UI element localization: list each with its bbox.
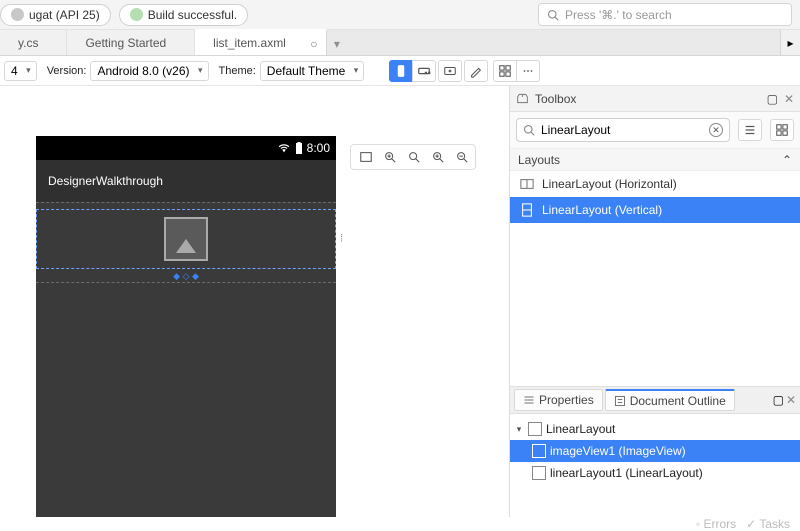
- image-node-icon: [532, 444, 546, 458]
- status-dot-green-icon: [130, 8, 143, 21]
- tab-properties[interactable]: Properties: [514, 389, 603, 411]
- footer-status-bar: ◦ Errors ✓ Tasks: [0, 517, 800, 531]
- tab-document-outline[interactable]: Document Outline: [605, 389, 735, 411]
- preview-selected-imageview[interactable]: ⁞: [36, 209, 336, 269]
- toolbox-item-linearlayout-horizontal[interactable]: LinearLayout (Horizontal): [510, 171, 800, 197]
- version-combo[interactable]: Android 8.0 (v26): [90, 61, 208, 81]
- version-value: Android 8.0 (v26): [97, 64, 189, 78]
- tree-root-label: LinearLayout: [546, 422, 615, 436]
- global-search-placeholder: Press '⌘.' to search: [565, 8, 672, 22]
- search-icon: [547, 9, 559, 21]
- layout-horizontal-icon: [520, 177, 534, 191]
- global-search-input[interactable]: Press '⌘.' to search: [538, 3, 792, 26]
- svg-text:…: …: [424, 64, 431, 76]
- theme-combo[interactable]: Default Theme: [260, 61, 365, 81]
- tab-overflow-button[interactable]: ▸: [780, 30, 800, 55]
- editor-tabs: y.cs Getting Started list_item.axml ○ ▾ …: [0, 30, 800, 56]
- tab-properties-label: Properties: [539, 393, 594, 407]
- category-label: Layouts: [518, 153, 560, 167]
- toolbox-panel-header: Toolbox ▢ ✕: [510, 86, 800, 112]
- toolbox-item-label: LinearLayout (Horizontal): [542, 177, 677, 191]
- tree-node-linearlayout1[interactable]: linearLayout1 (LinearLayout): [510, 462, 800, 484]
- toolbox-category-layouts[interactable]: Layouts ⌃: [510, 149, 800, 171]
- api-level-combo[interactable]: 4: [4, 61, 37, 81]
- search-icon: [523, 124, 535, 136]
- device-api-label: ugat (API 25): [29, 8, 100, 22]
- panel-dock-button[interactable]: ▢: [767, 92, 778, 106]
- footer-tasks[interactable]: ✓ Tasks: [746, 517, 790, 531]
- toolbox-list-view-button[interactable]: [738, 119, 762, 141]
- device-api-pill[interactable]: ugat (API 25): [0, 4, 111, 26]
- zoom-toolbar: [350, 144, 476, 170]
- wifi-icon: [277, 142, 291, 154]
- preview-app-title: DesignerWalkthrough: [48, 174, 163, 188]
- document-outline-tree: ▾ LinearLayout imageView1 (ImageView) li…: [510, 414, 800, 519]
- theme-label: Theme:: [215, 65, 256, 77]
- resize-handle-icon[interactable]: ⁞: [340, 234, 343, 245]
- tree-node-label: linearLayout1 (LinearLayout): [550, 466, 703, 480]
- tab-list-item-axml[interactable]: list_item.axml ○ ▾: [195, 29, 327, 55]
- build-status-pill[interactable]: Build successful.: [119, 4, 248, 26]
- toolbox-grid-view-button[interactable]: [770, 119, 794, 141]
- layout-more-button[interactable]: [516, 60, 540, 82]
- layout-vertical-icon: [520, 203, 534, 217]
- battery-icon: [295, 142, 303, 154]
- tab-label: list_item.axml: [213, 36, 286, 50]
- tab-label: Getting Started: [85, 36, 166, 50]
- tab-menu-icon[interactable]: ▾: [334, 37, 340, 51]
- device-frame-button[interactable]: [438, 60, 462, 82]
- zoom-in-button[interactable]: [428, 148, 448, 166]
- panel-close-button[interactable]: ✕: [784, 92, 794, 106]
- panel-dock-button[interactable]: ▢: [773, 393, 784, 407]
- orientation-portrait-button[interactable]: [389, 60, 413, 82]
- device-preview[interactable]: 8:00 DesignerWalkthrough ⁞ ◆ ◇ ◆: [36, 136, 336, 519]
- layout-node-icon: [528, 422, 542, 436]
- zoom-fit-button[interactable]: [380, 148, 400, 166]
- clear-search-button[interactable]: ✕: [709, 123, 723, 137]
- image-placeholder-icon: [164, 217, 208, 261]
- layout-node-icon: [532, 466, 546, 480]
- panel-close-button[interactable]: ✕: [786, 393, 796, 407]
- edit-button[interactable]: [464, 60, 488, 82]
- theme-value: Default Theme: [267, 64, 346, 78]
- outline-icon: [614, 395, 626, 407]
- footer-errors[interactable]: ◦ Errors: [696, 517, 736, 531]
- zoom-100-button[interactable]: [404, 148, 424, 166]
- version-label: Version:: [43, 65, 87, 77]
- toolbox-icon: [516, 92, 529, 105]
- orientation-landscape-button[interactable]: …: [412, 60, 436, 82]
- outline-panel-tabs: Properties Document Outline ▢ ✕: [510, 386, 800, 414]
- layout-grid-button[interactable]: [493, 60, 517, 82]
- preview-app-bar: DesignerWalkthrough: [36, 160, 336, 202]
- anchor-indicator-icon: ◆ ◇ ◆: [36, 271, 336, 282]
- tab-label: y.cs: [18, 36, 38, 50]
- tab-close-icon[interactable]: ○: [308, 38, 320, 50]
- api-level-value: 4: [11, 64, 18, 78]
- tab-document-outline-label: Document Outline: [630, 394, 726, 408]
- tree-root-linearlayout[interactable]: ▾ LinearLayout: [510, 418, 800, 440]
- tree-node-label: imageView1 (ImageView): [550, 444, 686, 458]
- toolbox-search-input[interactable]: ✕: [516, 118, 730, 142]
- tab-file-0[interactable]: y.cs: [0, 30, 67, 55]
- device-status-bar: 8:00: [36, 136, 336, 160]
- orientation-toggle-group: …: [390, 60, 436, 82]
- collapse-category-icon[interactable]: ⌃: [782, 153, 792, 167]
- tree-node-imageview1[interactable]: imageView1 (ImageView): [510, 440, 800, 462]
- toolbox-item-linearlayout-vertical[interactable]: LinearLayout (Vertical): [510, 197, 800, 223]
- build-status-label: Build successful.: [148, 8, 237, 22]
- tree-expand-icon[interactable]: ▾: [514, 424, 524, 435]
- status-dot-grey-icon: [11, 8, 24, 21]
- designer-surface[interactable]: 8:00 DesignerWalkthrough ⁞ ◆ ◇ ◆: [0, 86, 510, 519]
- toolbox-search-value[interactable]: [541, 123, 703, 137]
- toolbox-title: Toolbox: [535, 92, 576, 106]
- toolbox-item-label: LinearLayout (Vertical): [542, 203, 662, 217]
- device-clock: 8:00: [307, 141, 330, 155]
- fit-screen-button[interactable]: [356, 148, 376, 166]
- zoom-out-button[interactable]: [452, 148, 472, 166]
- properties-icon: [523, 394, 535, 406]
- tab-getting-started[interactable]: Getting Started: [67, 30, 195, 55]
